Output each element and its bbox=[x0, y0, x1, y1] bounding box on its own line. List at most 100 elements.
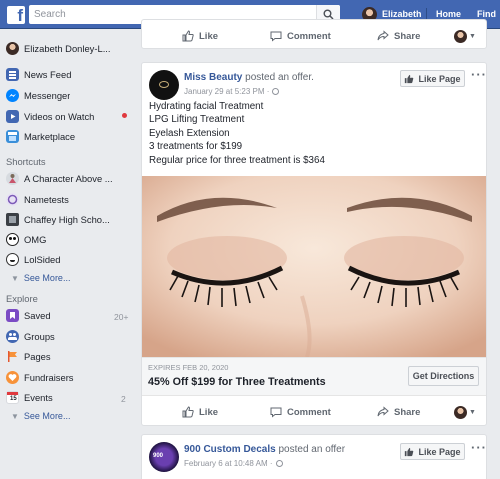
sidebar-item-label: Videos on Watch bbox=[24, 111, 95, 122]
profile-link[interactable]: Elizabeth bbox=[382, 9, 422, 19]
share-button[interactable]: Share bbox=[377, 30, 420, 42]
sidebar-item-label: Chaffey High Scho... bbox=[24, 214, 110, 225]
see-more-shortcuts[interactable]: ▼ See More... bbox=[11, 273, 70, 283]
offer-title[interactable]: 45% Off $199 for Three Treatments bbox=[148, 376, 326, 388]
left-sidebar: Elizabeth Donley-L... News Feed Messenge… bbox=[0, 29, 136, 479]
shortcuts-heading: Shortcuts bbox=[6, 156, 46, 167]
profile-avatar bbox=[454, 405, 467, 419]
like-page-button[interactable]: Like Page bbox=[400, 70, 465, 87]
sidebar-item-watch[interactable]: Videos on Watch bbox=[6, 108, 134, 125]
marketplace-icon bbox=[6, 130, 19, 143]
post-timestamp[interactable]: February 6 at 10:48 AM · bbox=[184, 459, 283, 468]
saved-count: 20+ bbox=[114, 312, 129, 322]
like-page-label: Like Page bbox=[418, 73, 461, 84]
page-avatar bbox=[6, 253, 19, 266]
share-icon bbox=[377, 30, 389, 41]
sidebar-item-label: A Character Above ... bbox=[24, 173, 113, 184]
sidebar-item-events[interactable]: 15 Events bbox=[6, 389, 134, 406]
share-label: Share bbox=[394, 406, 421, 418]
facebook-logo[interactable]: f bbox=[7, 6, 25, 24]
page-avatar bbox=[6, 233, 19, 246]
get-directions-button[interactable]: Get Directions bbox=[408, 366, 479, 386]
sidebar-item-label: Events bbox=[24, 392, 53, 403]
share-icon bbox=[377, 406, 389, 417]
page-name-link[interactable]: 900 Custom Decals bbox=[184, 444, 276, 455]
profile-avatar bbox=[6, 42, 19, 55]
calendar-icon: 15 bbox=[6, 391, 19, 404]
post-text-line: Hydrating facial Treatment bbox=[149, 101, 264, 112]
more-options-icon[interactable]: ··· bbox=[471, 440, 487, 455]
sidebar-profile[interactable]: Elizabeth Donley-L... bbox=[6, 40, 134, 57]
thumbs-up-icon bbox=[182, 406, 194, 418]
share-button[interactable]: Share bbox=[377, 406, 420, 418]
post-text-line: Regular price for three treatment is $36… bbox=[149, 154, 325, 166]
sidebar-item-label: OMG bbox=[24, 234, 47, 245]
notification-dot bbox=[122, 113, 127, 118]
post-text-line: 3 treatments for $199 bbox=[149, 141, 243, 153]
chevron-down-icon: ▼ bbox=[11, 273, 19, 283]
page-avatar bbox=[6, 172, 19, 185]
see-more-label: See More... bbox=[23, 273, 71, 283]
post-header: 900 Custom Decals posted an offer bbox=[184, 444, 345, 455]
comment-icon bbox=[270, 407, 282, 418]
sidebar-item-label: Elizabeth Donley-L... bbox=[24, 43, 111, 54]
share-as-selector[interactable]: ▼ bbox=[454, 405, 476, 419]
like-page-label: Like Page bbox=[418, 446, 461, 457]
thumbs-up-icon bbox=[405, 447, 414, 456]
watch-icon bbox=[6, 110, 19, 123]
sidebar-item-news-feed[interactable]: News Feed bbox=[6, 66, 134, 83]
more-options-icon[interactable]: ··· bbox=[471, 67, 487, 82]
sidebar-item-pages[interactable]: Pages bbox=[6, 348, 134, 365]
shortcut-item[interactable]: A Character Above ... bbox=[6, 170, 134, 187]
offer-details: EXPIRES FEB 20, 2020 45% Off $199 for Th… bbox=[142, 357, 486, 396]
sidebar-item-label: LolSided bbox=[24, 254, 61, 265]
page-avatar bbox=[6, 213, 19, 226]
page-name-link[interactable]: Miss Beauty bbox=[184, 72, 242, 83]
globe-icon bbox=[272, 88, 280, 95]
shortcut-item[interactable]: Chaffey High Scho... bbox=[6, 211, 134, 228]
saved-icon bbox=[6, 309, 19, 322]
post-text-line: Eyelash Extension bbox=[149, 127, 230, 139]
page-avatar bbox=[6, 193, 19, 206]
page-avatar[interactable]: 900 bbox=[149, 442, 179, 472]
profile-avatar bbox=[454, 29, 467, 43]
sidebar-item-groups[interactable]: Groups bbox=[6, 328, 134, 345]
share-as-selector[interactable]: ▼ bbox=[454, 29, 476, 43]
events-count: 2 bbox=[121, 394, 126, 404]
post-timestamp[interactable]: January 29 at 5:23 PM · bbox=[184, 87, 280, 96]
news-feed-icon bbox=[6, 68, 19, 81]
comment-icon bbox=[270, 31, 282, 42]
like-button[interactable]: Like bbox=[182, 406, 218, 418]
thumbs-up-icon bbox=[405, 74, 414, 83]
sidebar-item-label: Nametests bbox=[24, 194, 69, 205]
caret-down-icon: ▼ bbox=[469, 408, 476, 416]
sidebar-item-messenger[interactable]: Messenger bbox=[6, 87, 134, 104]
sidebar-item-label: Saved bbox=[24, 310, 51, 321]
post-verb: posted an offer bbox=[275, 444, 346, 455]
shortcut-item[interactable]: Nametests bbox=[6, 191, 134, 208]
post-body: Hydrating facial Treatment LPG Lifting T… bbox=[149, 100, 325, 167]
offer-expiry: EXPIRES FEB 20, 2020 bbox=[148, 363, 229, 372]
share-label: Share bbox=[394, 30, 421, 42]
messenger-icon bbox=[6, 89, 19, 102]
page-avatar[interactable] bbox=[149, 70, 179, 100]
home-link[interactable]: Home bbox=[436, 9, 461, 19]
closed-eyes-illustration bbox=[142, 176, 486, 357]
explore-heading: Explore bbox=[6, 293, 38, 304]
sidebar-item-marketplace[interactable]: Marketplace bbox=[6, 128, 134, 145]
globe-icon bbox=[275, 460, 283, 467]
shortcut-item[interactable]: LolSided bbox=[6, 251, 134, 268]
post-header: Miss Beauty posted an offer. bbox=[184, 72, 314, 83]
offer-photo-eyelashes[interactable] bbox=[142, 176, 486, 357]
previous-post-card: Like Comment Share ▼ bbox=[141, 19, 487, 49]
comment-button[interactable]: Comment bbox=[270, 30, 331, 42]
shortcut-item[interactable]: OMG bbox=[6, 231, 134, 248]
offer-post-card: Miss Beauty posted an offer. January 29 … bbox=[141, 62, 487, 426]
comment-button[interactable]: Comment bbox=[270, 406, 331, 418]
like-page-button[interactable]: Like Page bbox=[400, 443, 465, 460]
see-more-explore[interactable]: ▼ See More... bbox=[11, 411, 70, 421]
sidebar-item-fundraisers[interactable]: Fundraisers bbox=[6, 369, 134, 386]
like-button[interactable]: Like bbox=[182, 30, 218, 42]
sidebar-item-label: Marketplace bbox=[24, 131, 76, 142]
timestamp-text: January 29 at 5:23 PM · bbox=[184, 87, 270, 96]
